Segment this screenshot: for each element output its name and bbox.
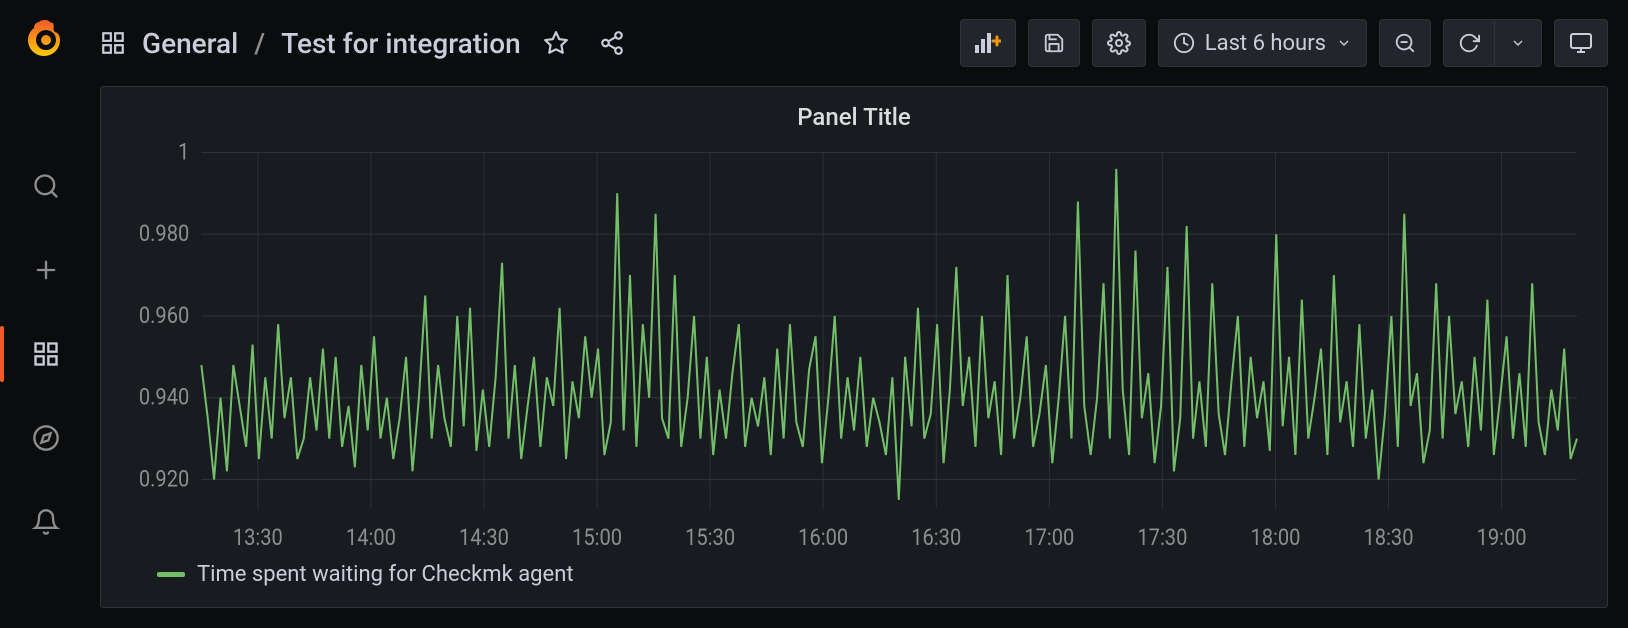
breadcrumb-root[interactable]: General — [142, 27, 238, 60]
refresh-group — [1443, 19, 1542, 67]
svg-text:16:00: 16:00 — [798, 525, 848, 552]
search-icon[interactable] — [24, 164, 68, 208]
svg-text:18:30: 18:30 — [1364, 525, 1414, 552]
chart[interactable]: 0.920 0.940 0.960 0.980 1 13:30 14:00 14:30 15:0… — [121, 141, 1587, 554]
svg-text:18:00: 18:00 — [1250, 525, 1300, 552]
zoom-out-button[interactable] — [1379, 19, 1431, 67]
svg-text:1: 1 — [178, 141, 189, 166]
svg-text:16:30: 16:30 — [911, 525, 961, 552]
settings-button[interactable] — [1092, 19, 1146, 67]
svg-text:13:30: 13:30 — [233, 525, 283, 552]
svg-text:15:00: 15:00 — [572, 525, 622, 552]
apps-icon[interactable] — [100, 30, 126, 56]
svg-text:0.940: 0.940 — [139, 384, 189, 411]
grafana-logo[interactable] — [22, 16, 70, 64]
time-range-button[interactable]: Last 6 hours — [1158, 19, 1367, 67]
chevron-down-icon — [1510, 35, 1526, 51]
plus-icon[interactable] — [24, 248, 68, 292]
main: General / Test for integration — [92, 0, 1628, 628]
svg-text:15:30: 15:30 — [685, 525, 735, 552]
breadcrumb-page[interactable]: Test for integration — [281, 27, 520, 60]
svg-text:17:30: 17:30 — [1137, 525, 1187, 552]
svg-text:14:30: 14:30 — [459, 525, 509, 552]
compass-icon[interactable] — [24, 416, 68, 460]
bell-icon[interactable] — [24, 500, 68, 544]
time-range-label: Last 6 hours — [1205, 31, 1326, 56]
svg-text:19:00: 19:00 — [1477, 525, 1527, 552]
legend[interactable]: Time spent waiting for Checkmk agent — [121, 562, 1587, 587]
topbar: General / Test for integration — [100, 0, 1608, 86]
tv-mode-button[interactable] — [1554, 19, 1608, 67]
add-panel-button[interactable] — [960, 19, 1016, 67]
legend-swatch — [157, 572, 185, 577]
svg-text:14:00: 14:00 — [346, 525, 396, 552]
refresh-interval-button[interactable] — [1494, 19, 1542, 67]
svg-text:17:00: 17:00 — [1024, 525, 1074, 552]
breadcrumb-separator: / — [254, 27, 265, 60]
dashboards-icon[interactable] — [24, 332, 68, 376]
chevron-down-icon — [1336, 35, 1352, 51]
svg-text:0.960: 0.960 — [139, 303, 189, 330]
panel-title[interactable]: Panel Title — [121, 103, 1587, 131]
save-button[interactable] — [1028, 19, 1080, 67]
sidebar — [0, 0, 92, 628]
svg-text:0.920: 0.920 — [139, 466, 189, 493]
refresh-button[interactable] — [1443, 19, 1494, 67]
star-icon[interactable] — [543, 30, 569, 56]
svg-text:0.980: 0.980 — [139, 221, 189, 248]
panel: Panel Title 0.920 0.940 0.960 0.980 1 13:30 14… — [100, 86, 1608, 608]
legend-label: Time spent waiting for Checkmk agent — [197, 562, 574, 587]
share-icon[interactable] — [599, 30, 625, 56]
breadcrumb: General / Test for integration — [100, 27, 625, 60]
